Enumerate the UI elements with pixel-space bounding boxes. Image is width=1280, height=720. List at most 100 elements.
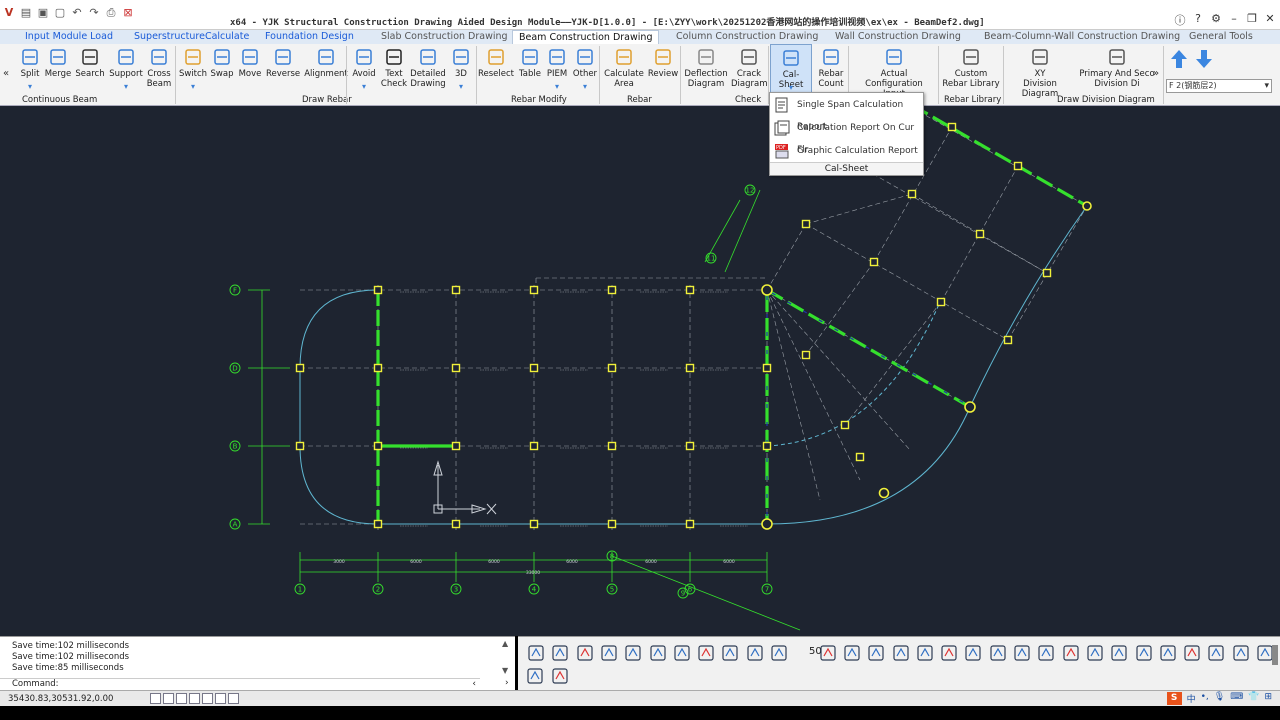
lineweight-toggle-icon[interactable] xyxy=(228,693,239,704)
column-marker[interactable] xyxy=(373,363,383,373)
column-marker[interactable] xyxy=(529,519,539,529)
column-marker[interactable] xyxy=(373,441,383,451)
tab-foundation-design[interactable]: Foundation Design xyxy=(265,30,354,44)
column-markers[interactable] xyxy=(295,122,1052,529)
structural-drawing[interactable]: 1 2 3 4 5 6 7FDBA1211893000 6000 6000 6000 6000 600… xyxy=(0,106,1280,636)
column-marker[interactable] xyxy=(529,363,539,373)
down-arrow-icon[interactable] xyxy=(1195,48,1213,70)
ortho-toggle-icon[interactable] xyxy=(176,693,187,704)
image-icon[interactable] xyxy=(1062,644,1080,662)
keyboard-icon[interactable]: ⌨ xyxy=(1230,692,1243,705)
xy-division-diagram-button[interactable]: XY Division Diagram xyxy=(1005,44,1075,99)
move-icon[interactable] xyxy=(892,644,910,662)
support-button[interactable]: Support ▾ xyxy=(108,44,144,94)
polar-toggle-icon[interactable] xyxy=(189,693,200,704)
column-marker[interactable] xyxy=(685,285,695,295)
column-marker[interactable] xyxy=(451,363,461,373)
dropdown-arrow-icon[interactable]: ▾ xyxy=(555,82,559,92)
avoid-button[interactable]: Avoid ▾ xyxy=(350,44,378,94)
pdf-export-icon[interactable] xyxy=(819,644,837,662)
column-marker[interactable] xyxy=(947,122,957,132)
open-folder-icon[interactable]: ▤ xyxy=(19,6,33,20)
detailed-drawing-button[interactable]: Detailed Drawing xyxy=(409,44,447,94)
column-marker[interactable] xyxy=(685,363,695,373)
info-icon[interactable]: ⓘ xyxy=(1174,12,1186,28)
ribbon-scroll-left-icon[interactable]: « xyxy=(3,68,9,79)
osnap-toggle-icon[interactable] xyxy=(202,693,213,704)
rebar-count-button[interactable]: Rebar Count xyxy=(815,44,847,94)
pick-point-icon[interactable] xyxy=(867,644,885,662)
command-scrollbar[interactable]: ▲ ▼ xyxy=(502,639,510,675)
sogou-input-icon[interactable]: S xyxy=(1166,692,1182,705)
app-logo-icon[interactable]: V xyxy=(2,6,16,20)
column-marker[interactable] xyxy=(1003,335,1013,345)
dropdown-arrow-icon[interactable]: ▾ xyxy=(583,82,587,92)
highlighted-beams[interactable] xyxy=(376,106,1088,524)
custom-rebar-library-button[interactable]: Custom Rebar Library xyxy=(940,44,1002,94)
tab-input-module-load[interactable]: Input Module Load xyxy=(25,30,113,44)
dropdown-arrow-icon[interactable]: ▾ xyxy=(362,82,366,92)
tab-beam-construction-drawing[interactable]: Beam Construction Drawing xyxy=(512,30,660,44)
offset-icon[interactable] xyxy=(1159,644,1177,662)
circular-column-markers[interactable] xyxy=(761,201,1092,530)
stretch-icon[interactable] xyxy=(1110,644,1128,662)
column-marker[interactable] xyxy=(451,519,461,529)
move-button[interactable]: Move xyxy=(236,44,264,94)
dropdown-arrow-icon[interactable]: ▾ xyxy=(191,82,195,92)
punctuation-icon[interactable]: •, xyxy=(1201,692,1209,705)
command-input[interactable]: Command: ‹ xyxy=(0,678,480,690)
command-scroll-right-icon[interactable]: › xyxy=(505,678,509,688)
zoom-realtime-icon[interactable] xyxy=(551,644,569,662)
dropdown-arrow-icon[interactable]: ▾ xyxy=(459,82,463,92)
save-icon[interactable]: ▣ xyxy=(36,6,50,20)
column-marker[interactable] xyxy=(685,519,695,529)
column-marker[interactable] xyxy=(840,420,850,430)
column-marker[interactable] xyxy=(529,441,539,451)
column-marker[interactable] xyxy=(869,257,879,267)
column-marker[interactable] xyxy=(936,297,946,307)
view-icon[interactable] xyxy=(770,644,788,662)
dropdown-arrow-icon[interactable]: ▾ xyxy=(28,82,32,92)
ime-chinese-icon[interactable]: 中 xyxy=(1187,692,1196,705)
tab-general-tools[interactable]: General Tools xyxy=(1189,30,1253,44)
search-button[interactable]: Search xyxy=(74,44,106,94)
floor-report-item[interactable]: Calculation Report On Cur Flr xyxy=(770,117,923,155)
array-icon[interactable] xyxy=(1135,644,1153,662)
measure-distance-icon[interactable] xyxy=(600,644,618,662)
piem-button[interactable]: PIEM ▾ xyxy=(544,44,570,94)
calculate-area-button[interactable]: Calculate Area xyxy=(602,44,646,94)
column-marker[interactable] xyxy=(451,441,461,451)
measure-angle-icon[interactable] xyxy=(624,644,642,662)
column-marker[interactable] xyxy=(907,189,917,199)
crack-diagram-button[interactable]: Crack Diagram xyxy=(731,44,768,94)
column-marker[interactable] xyxy=(607,519,617,529)
tab-beam-column-wall-construction-drawing[interactable]: Beam-Column-Wall Construction Drawing xyxy=(984,30,1180,44)
zoom-extent-icon[interactable] xyxy=(1207,644,1225,662)
reverse-button[interactable]: Reverse xyxy=(266,44,300,94)
tab-superstructurecalculate[interactable]: SuperstructureCalculate xyxy=(134,30,249,44)
text-check-button[interactable]: Text Check xyxy=(380,44,408,94)
layer-delete-icon[interactable] xyxy=(989,644,1007,662)
command-scroll-left-icon[interactable]: ‹ xyxy=(472,679,476,689)
column-marker[interactable] xyxy=(1042,268,1052,278)
minimize-button[interactable]: – xyxy=(1228,12,1240,28)
column-marker[interactable] xyxy=(607,285,617,295)
measure-area-icon[interactable] xyxy=(649,644,667,662)
split-button[interactable]: Split ▾ xyxy=(17,44,43,94)
text-find-icon[interactable] xyxy=(697,644,715,662)
clear-icon[interactable]: ⊠ xyxy=(121,6,135,20)
otrack-toggle-icon[interactable] xyxy=(215,693,226,704)
column-marker[interactable] xyxy=(451,285,461,295)
align-icon[interactable] xyxy=(526,667,544,685)
help-icon[interactable]: ? xyxy=(1192,12,1204,28)
save-as-icon[interactable]: ▢ xyxy=(53,6,67,20)
pan-icon[interactable] xyxy=(527,644,545,662)
print-icon[interactable]: ⎙ xyxy=(104,6,118,20)
column-marker[interactable] xyxy=(373,285,383,295)
column-marker[interactable] xyxy=(373,519,383,529)
settings-icon[interactable]: ⚙ xyxy=(1210,12,1222,28)
other-button[interactable]: Other ▾ xyxy=(571,44,599,94)
column-marker[interactable] xyxy=(801,350,811,360)
undo-icon[interactable]: ↶ xyxy=(70,6,84,20)
doc-icon[interactable] xyxy=(1183,644,1201,662)
